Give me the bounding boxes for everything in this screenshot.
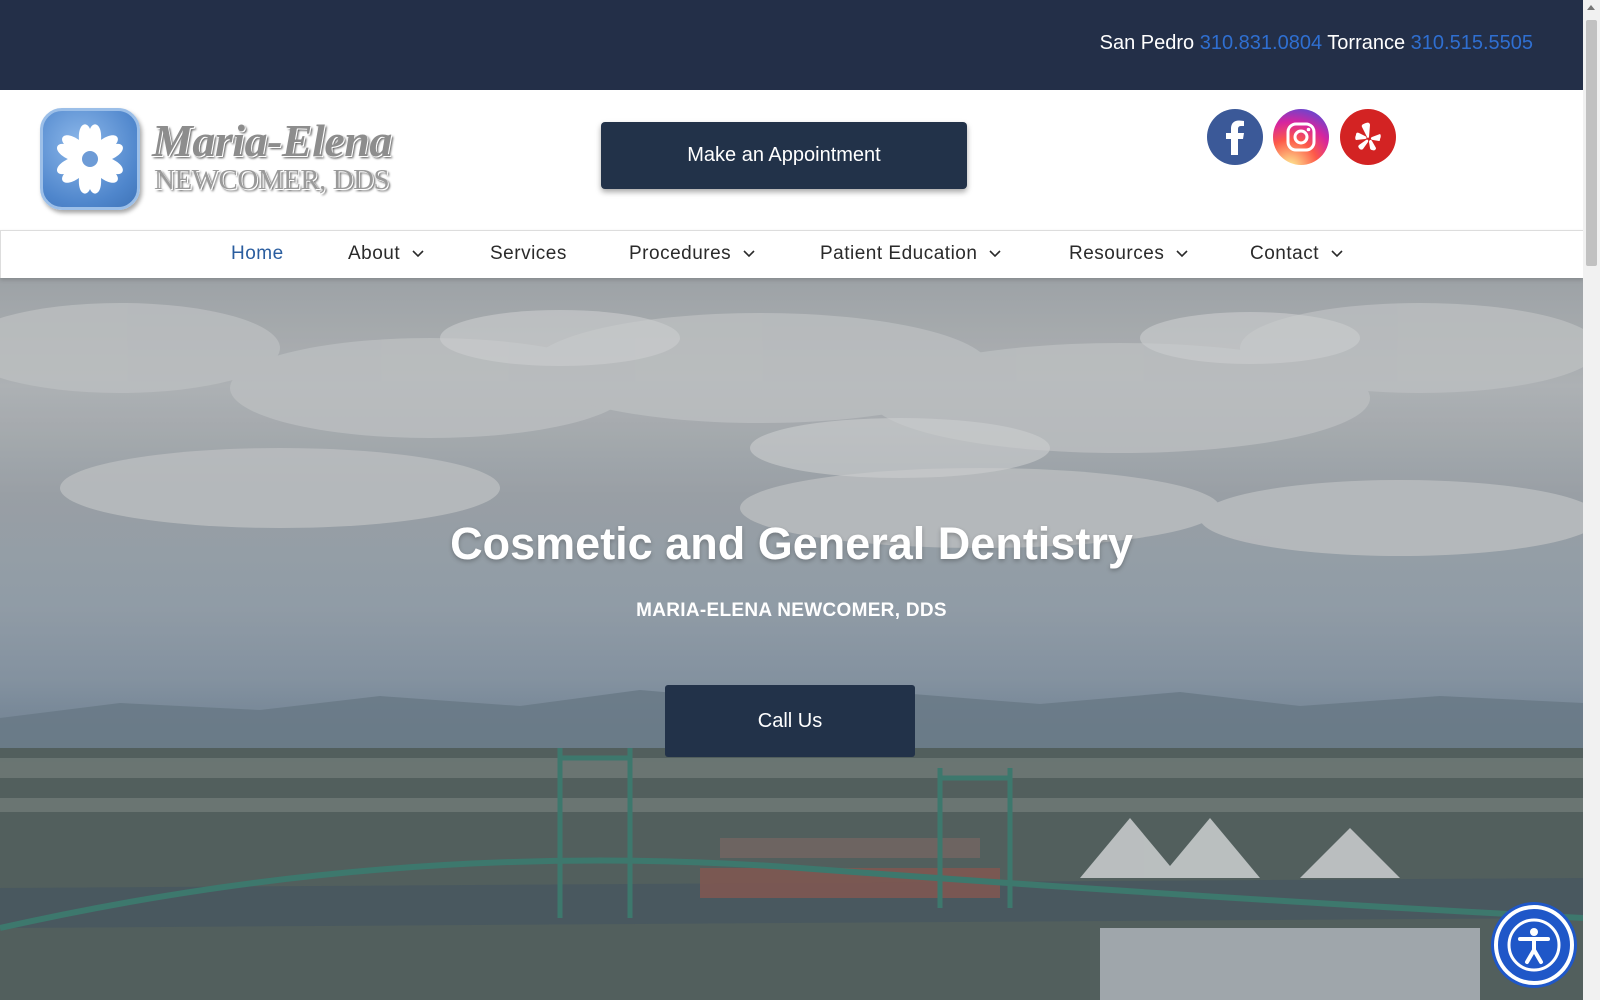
- page-scrollbar[interactable]: [1583, 0, 1600, 1000]
- logo-name: Maria-Elena: [152, 115, 392, 166]
- nav-patient-education-label: Patient Education: [820, 243, 978, 264]
- location-san-pedro-label: San Pedro: [1099, 32, 1195, 54]
- hero-subtitle: MARIA-ELENA NEWCOMER, DDS: [636, 600, 947, 621]
- nav-item-procedures[interactable]: Procedures: [629, 231, 755, 277]
- nav-procedures-label: Procedures: [629, 243, 732, 264]
- location-torrance-label: Torrance: [1327, 32, 1406, 54]
- tooth-logo-icon: [40, 108, 140, 210]
- make-appointment-button[interactable]: Make an Appointment: [601, 122, 967, 189]
- site-logo[interactable]: Maria-Elena NEWCOMER, DDS: [40, 108, 410, 212]
- facebook-link[interactable]: [1207, 109, 1263, 165]
- torrance-phone-link[interactable]: 310.515.5505: [1411, 32, 1533, 54]
- chevron-down-icon: [743, 250, 755, 258]
- scroll-up-arrow-icon[interactable]: [1587, 5, 1595, 10]
- san-pedro-phone-link[interactable]: 310.831.0804: [1200, 32, 1322, 54]
- hero-title: Cosmetic and General Dentistry: [450, 518, 1133, 569]
- nav-resources-label: Resources: [1069, 243, 1165, 264]
- nav-about-label: About: [348, 243, 401, 264]
- accessibility-button[interactable]: [1494, 905, 1574, 985]
- chevron-down-icon: [1176, 250, 1188, 258]
- chevron-down-icon: [1331, 250, 1343, 258]
- nav-services-label: Services: [490, 243, 567, 264]
- chevron-down-icon: [412, 250, 424, 258]
- nav-item-about[interactable]: About: [348, 231, 424, 277]
- facebook-icon: [1226, 120, 1244, 155]
- nav-item-contact[interactable]: Contact: [1250, 231, 1343, 277]
- nav-item-resources[interactable]: Resources: [1069, 231, 1188, 277]
- site-header: Maria-Elena NEWCOMER, DDS Make an Appoin…: [0, 90, 1583, 230]
- nav-contact-label: Contact: [1250, 243, 1319, 264]
- top-bar: San Pedro 310.831.0804 Torrance 310.515.…: [0, 0, 1583, 90]
- call-us-button[interactable]: Call Us: [665, 685, 915, 757]
- main-nav: Home About Services Procedures Patient E…: [0, 230, 1583, 278]
- nav-item-patient-education[interactable]: Patient Education: [820, 231, 1002, 277]
- scrollbar-thumb[interactable]: [1586, 20, 1597, 266]
- logo-title: NEWCOMER, DDS: [154, 164, 390, 196]
- instagram-link[interactable]: [1273, 109, 1329, 165]
- instagram-icon: [1286, 122, 1316, 152]
- yelp-link[interactable]: [1340, 109, 1396, 165]
- hero-background-image: [0, 278, 1583, 1000]
- nav-item-home[interactable]: Home: [231, 231, 284, 277]
- phone-numbers: San Pedro 310.831.0804 Torrance 310.515.…: [1100, 32, 1533, 55]
- yelp-icon: [1355, 122, 1381, 151]
- page: San Pedro 310.831.0804 Torrance 310.515.…: [0, 0, 1583, 1000]
- hero-section: Cosmetic and General Dentistry MARIA-ELE…: [0, 278, 1583, 1000]
- chevron-down-icon: [989, 250, 1002, 258]
- nav-item-services[interactable]: Services: [490, 231, 567, 277]
- accessibility-icon: [1507, 918, 1561, 972]
- nav-home-label: Home: [231, 243, 284, 264]
